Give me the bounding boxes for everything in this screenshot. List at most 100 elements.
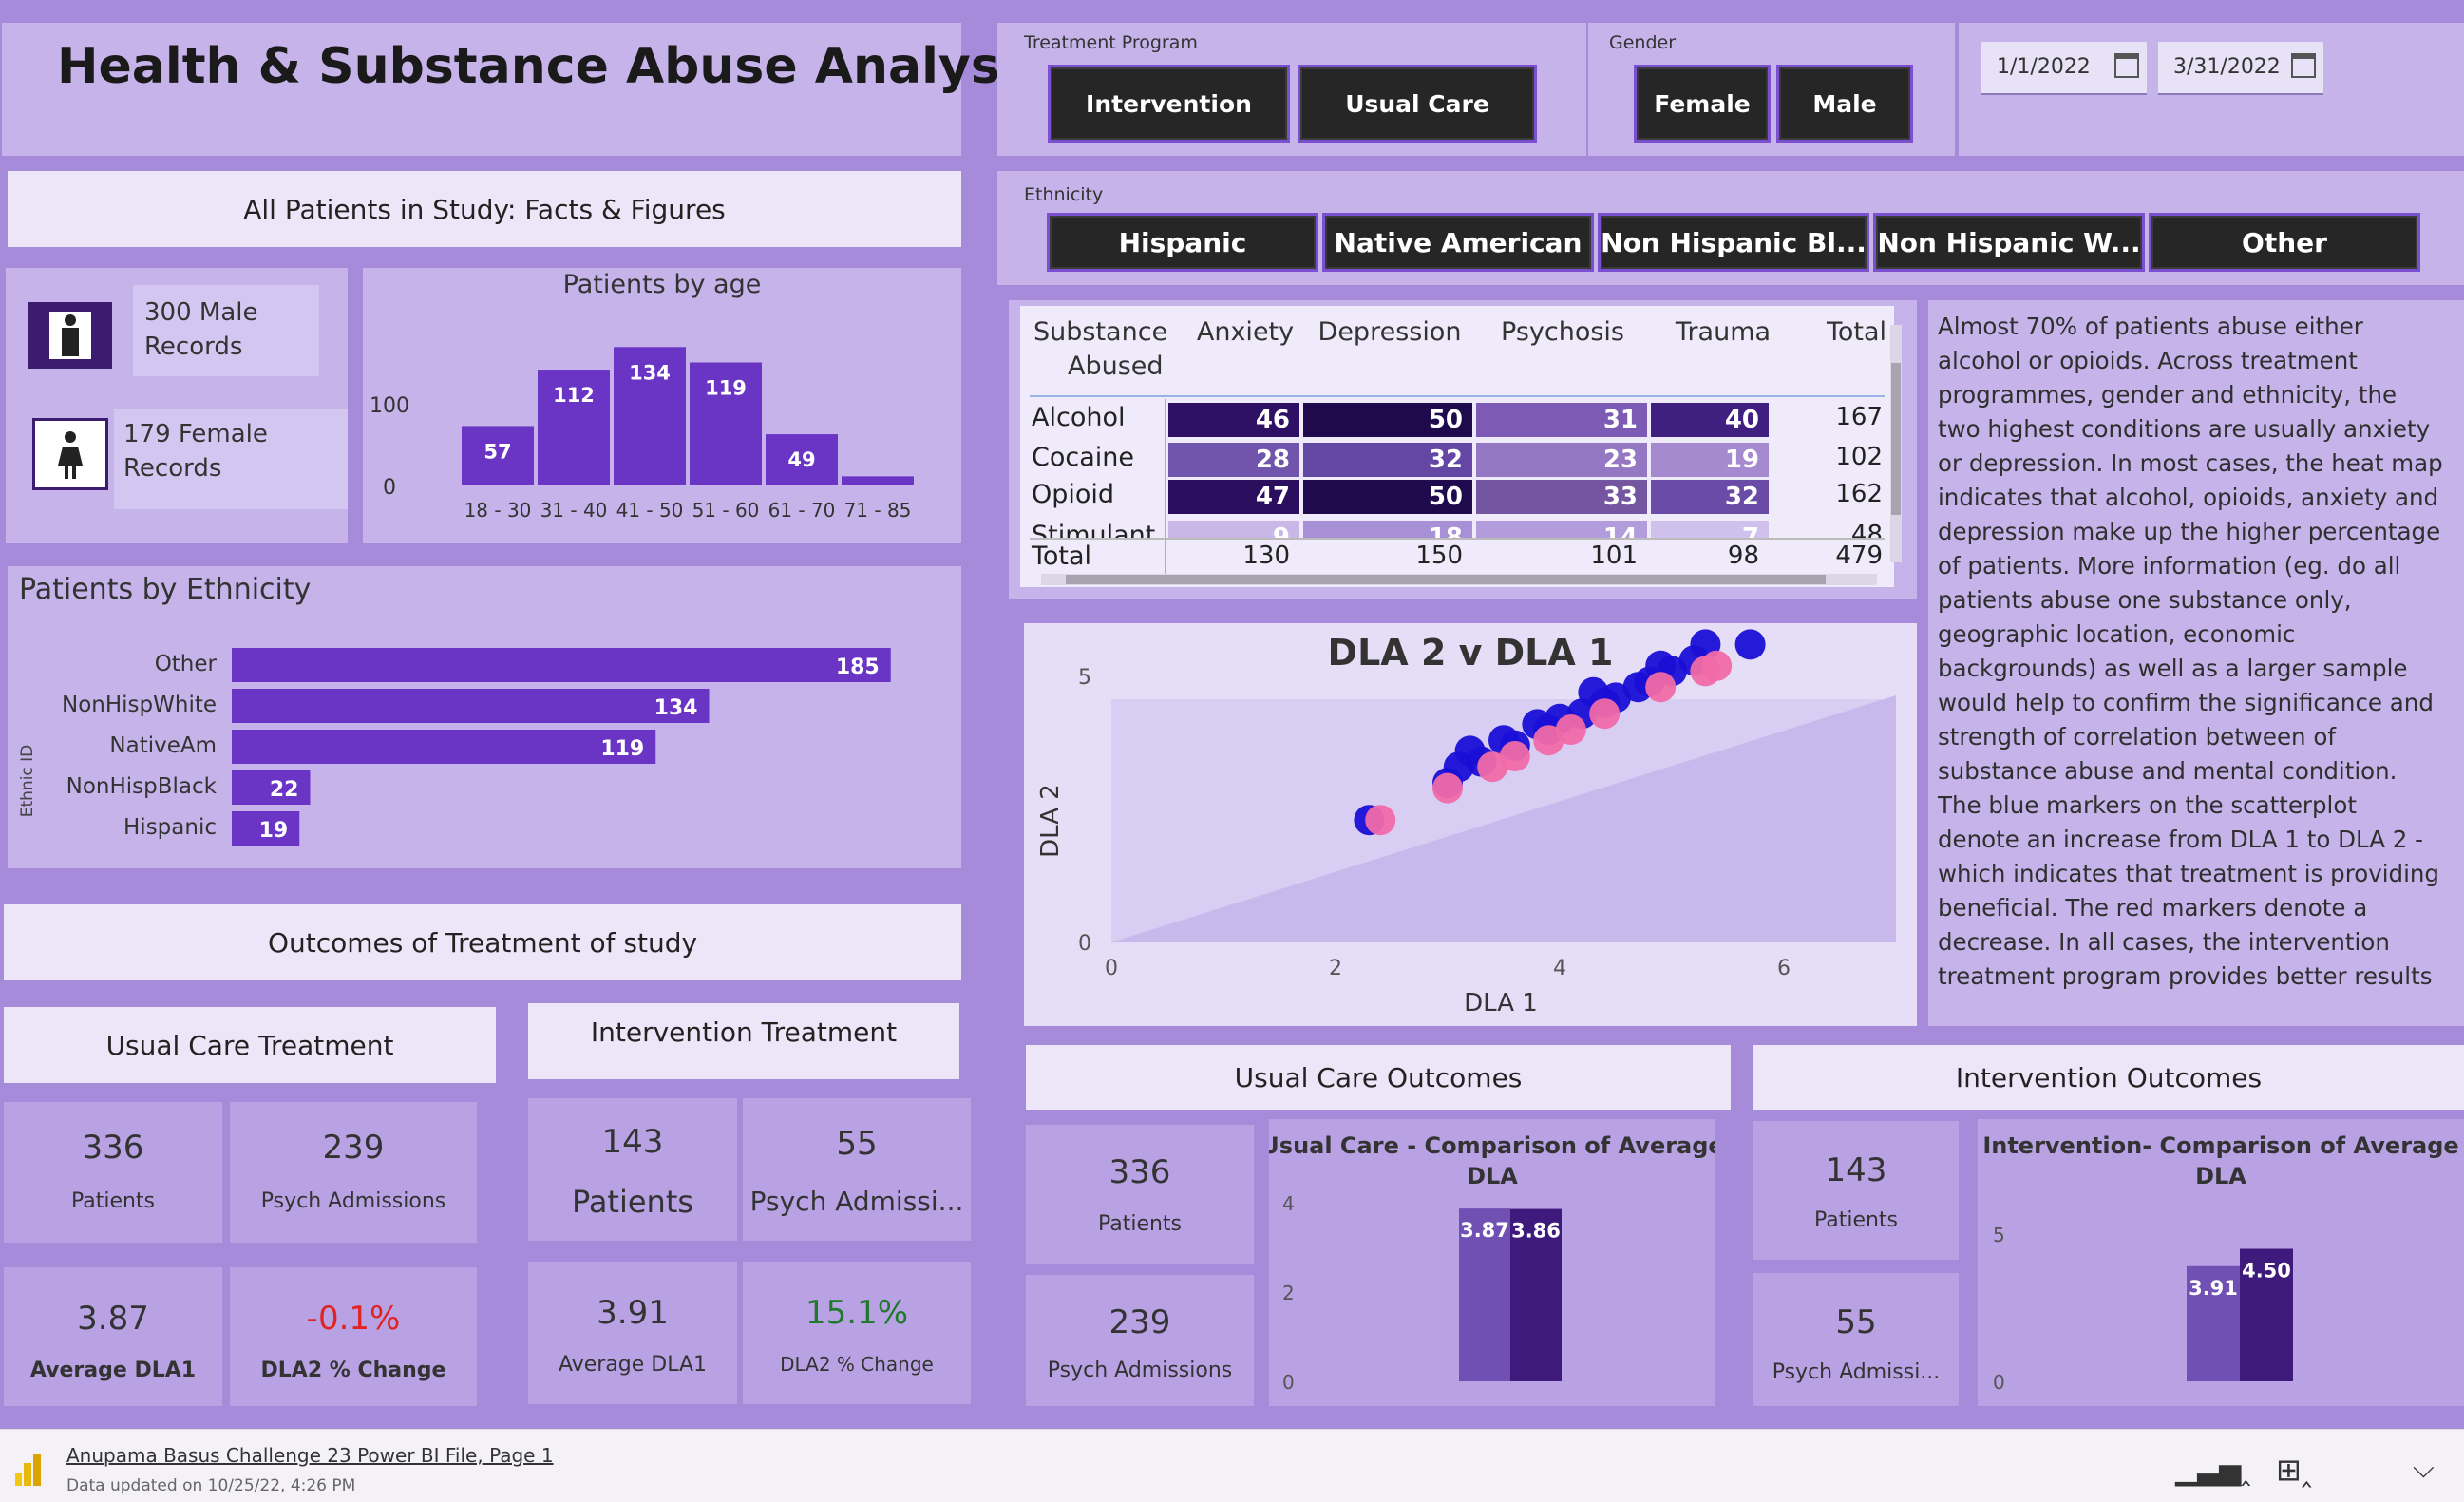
facts-banner: All Patients in Study: Facts & Figures (8, 171, 961, 247)
matrix-row-label: Cocaine (1032, 443, 1134, 472)
ethnicity-category-label: Hispanic (123, 815, 217, 840)
matrix-column-header: Depression (1317, 317, 1462, 347)
scatter-title: DLA 2 v DLA 1 (1328, 632, 1614, 674)
other-filter-button[interactable]: Other (2149, 213, 2420, 272)
facts-banner-text: All Patients in Study: Facts & Figures (243, 193, 726, 225)
report-file-link[interactable]: Anupama Basus Challenge 23 Power BI File… (66, 1444, 554, 1467)
matrix-heat-cell: 31 (1476, 403, 1647, 437)
ethnicity-bar-label: 22 (270, 778, 299, 802)
gender-slicer-label: Gender (1609, 32, 1677, 53)
intervention-outcomes-banner: Intervention Outcomes (1753, 1045, 2464, 1110)
matrix-column-header: Trauma (1675, 317, 1772, 347)
native-american-filter-button[interactable]: Native American (1322, 213, 1594, 272)
matrix-column-total: 130 (1242, 542, 1290, 570)
male-records-line2: Records (144, 333, 243, 361)
female-filter-button[interactable]: Female (1634, 65, 1771, 143)
scatter-point-decrease (1499, 741, 1530, 771)
start-date-value: 1/1/2022 (1997, 55, 2091, 79)
usual-care-treatment-title: Usual Care Treatment (4, 1007, 496, 1083)
intervention-treatment-text: Intervention Treatment (590, 1017, 898, 1048)
dla-bar-label: 3.87 (1460, 1219, 1509, 1242)
matrix-heat-cell: 23 (1476, 443, 1647, 477)
matrix-heat-cell: 32 (1651, 480, 1769, 514)
x-tick-label: 31 - 40 (540, 499, 608, 522)
notes-paragraph-2: The blue markers on the scatterplot deno… (1938, 791, 2439, 990)
ethnicity-bar (232, 730, 656, 764)
int-out-patients-value: 143 (1825, 1151, 1887, 1189)
male-filter-button[interactable]: Male (1776, 65, 1913, 143)
usual-outcomes-banner-text: Usual Care Outcomes (1234, 1061, 1523, 1093)
matrix-heat-cell: 33 (1476, 480, 1647, 514)
matrix-column-header: Psychosis (1501, 317, 1624, 347)
matrix-column-header: Anxiety (1196, 317, 1295, 347)
matrix-heat-cell: 47 (1168, 480, 1299, 514)
intervention-avg-dla-value: 3.91 (597, 1294, 669, 1332)
usual-care-filter-button[interactable]: Usual Care (1298, 65, 1537, 143)
usual-outcomes-banner: Usual Care Outcomes (1026, 1045, 1731, 1110)
intervention-treatment-title: Intervention Treatment (528, 1003, 959, 1079)
calendar-icon[interactable] (2291, 53, 2316, 78)
age-bar-label: 112 (553, 384, 595, 407)
intervention-patients-label: Patients (571, 1184, 694, 1220)
matrix-vscroll-thumb (1891, 363, 1901, 515)
notes-text: Almost 70% of patients abuse either alco… (1938, 310, 2445, 994)
ethnicity-category-label: NativeAm (109, 733, 217, 758)
chart-view-icon[interactable]: ▁▃▅‸ (2175, 1454, 2250, 1487)
y-tick-label: 2 (1282, 1282, 1295, 1304)
dla-bar-label: 3.86 (1511, 1220, 1561, 1243)
hispanic-filter-button[interactable]: Hispanic (1047, 213, 1318, 272)
matrix-heat-cell: 14 (1476, 521, 1647, 538)
female-records-line2: Records (123, 454, 222, 483)
non-hispanic-black-filter-button[interactable]: Non Hispanic Bl... (1598, 213, 1869, 272)
female-person-glyph (58, 431, 83, 479)
age-bar-label: 134 (629, 361, 671, 384)
female-person-icon (32, 418, 108, 490)
data-updated-text: Data updated on 10/25/22, 4:26 PM (66, 1476, 356, 1495)
x-axis-label: DLA 1 (1464, 989, 1538, 1017)
x-tick-label: 4 (1553, 957, 1566, 980)
matrix-heat-cell: 40 (1651, 403, 1769, 437)
matrix-column-total: 98 (1727, 542, 1759, 570)
page-nav-icon[interactable]: ⊞‸ (2276, 1452, 2312, 1488)
non-hispanic-white-filter-button[interactable]: Non Hispanic W... (1873, 213, 2145, 272)
chevron-down-icon[interactable]: ⌵ (2413, 1452, 2435, 1485)
dla-chart-title: Intervention- Comparison of Average (1982, 1132, 2458, 1159)
dla-chart-title: DLA (1467, 1163, 1518, 1189)
ethnicity-category-label: NonHispWhite (62, 693, 217, 717)
usual-out-psych-value: 239 (1109, 1303, 1171, 1341)
x-tick-label: 51 - 60 (692, 499, 760, 522)
calendar-icon[interactable] (2114, 53, 2139, 78)
outcomes-banner-text: Outcomes of Treatment of study (267, 926, 698, 959)
matrix-heat-cell: 50 (1303, 480, 1472, 514)
end-date-input[interactable]: 3/31/2022 (2158, 42, 2323, 95)
intervention-outcomes-banner-text: Intervention Outcomes (1955, 1061, 2263, 1093)
age-bar-label: 57 (483, 440, 511, 463)
x-tick-label: 41 - 50 (616, 499, 684, 522)
start-date-input[interactable]: 1/1/2022 (1981, 42, 2147, 95)
dla-bar-label: 3.91 (2189, 1277, 2238, 1300)
ethnicity-bar-label: 19 (259, 819, 289, 843)
y-tick-label: 0 (383, 476, 396, 500)
matrix-heat-cell: 18 (1303, 521, 1472, 538)
intervention-psych-value: 55 (836, 1125, 878, 1163)
x-tick-label: 6 (1777, 957, 1791, 980)
outcomes-banner: Outcomes of Treatment of study (4, 904, 961, 980)
y-tick-label: 100 (370, 394, 409, 418)
matrix-row-total: 162 (1835, 480, 1883, 508)
matrix-total-divider (1030, 538, 1885, 540)
matrix-row-total: 167 (1835, 403, 1883, 431)
age-chart: Patients by age 100 0 57 18 - 30 112 31 - 40 13… (370, 270, 914, 522)
ethnicity-category-label: Other (155, 652, 218, 676)
intervention-psych-label: Psych Admissi... (749, 1186, 964, 1217)
ethnicity-bar-label: 134 (654, 696, 698, 720)
usual-avg-dla-card: 3.87 Average DLA1 (4, 1267, 222, 1406)
male-person-glyph (49, 312, 91, 359)
ethnicity-bar-label: 119 (600, 737, 644, 761)
matrix-scroll-thumb (1066, 575, 1826, 584)
matrix-row-label: Alcohol (1032, 403, 1126, 432)
matrix-header-divider (1030, 395, 1885, 397)
intervention-dla-chart: Intervention- Comparison of Average DLA 0 5… (1982, 1132, 2458, 1394)
scatter-point-increase (1734, 629, 1766, 660)
intervention-filter-button[interactable]: Intervention (1048, 65, 1290, 143)
x-tick-label: 2 (1329, 957, 1342, 980)
